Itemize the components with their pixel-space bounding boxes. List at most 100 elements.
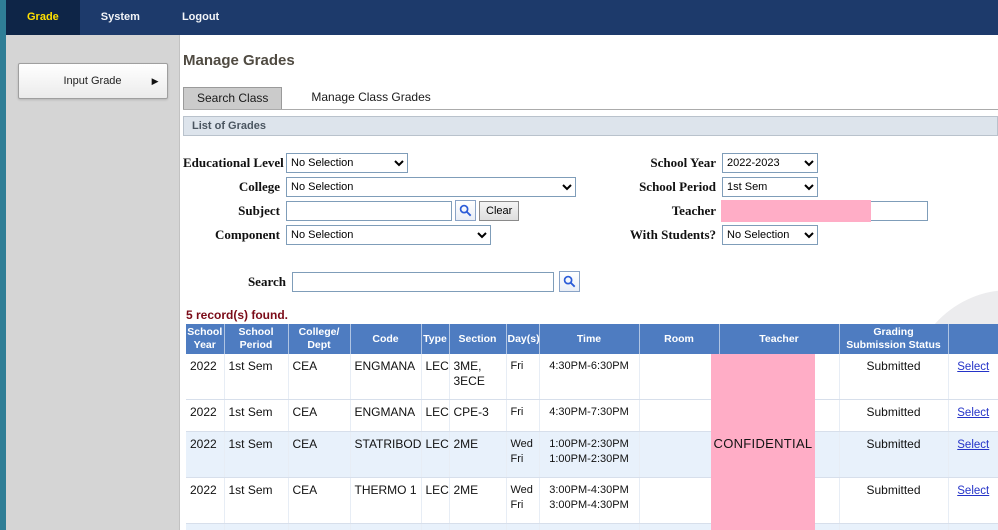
cell-code: STATRIBOD — [350, 431, 422, 478]
cell-room — [639, 523, 720, 530]
cell-room — [639, 431, 720, 478]
table-row: 2022 1st Sem CEA STATRIBOD LEC 2ME Wed Fr… — [186, 431, 998, 478]
search-row: Search — [183, 271, 998, 292]
cell-days: Wed Fri — [506, 477, 540, 524]
cell-section: 2ME — [449, 431, 507, 478]
cell-college-dept: CEA — [288, 399, 351, 432]
table-row: 2022 1st Sem CEA ENGMANA LEC 3ME, 3ECE F… — [186, 354, 998, 400]
table-row: 2022 1st Sem CEA THERMO 1 LEC 2ME Wed Fri… — [186, 477, 998, 524]
list-of-grades-label: List of Grades — [192, 120, 266, 132]
cell-select: Select — [948, 399, 998, 432]
school-year-label: School Year — [650, 154, 716, 170]
select-link[interactable]: Select — [957, 407, 989, 419]
component-select[interactable]: No Selection — [286, 224, 491, 245]
cell-status: Submitted — [839, 354, 949, 400]
list-of-grades-header: List of Grades — [183, 116, 998, 136]
cell-status: Submitted — [839, 431, 949, 478]
col-header-college-dept: College/ Dept — [287, 324, 350, 354]
cell-college-dept: CEA — [288, 354, 351, 400]
table-row: 2022 1st Sem CEA VIBENGG LEC 3ME Thu 4:3… — [186, 523, 998, 530]
table-header: School Year School Period College/ Dept … — [186, 324, 998, 354]
cell-select: Select — [948, 354, 998, 400]
cell-school-period: 1st Sem — [224, 523, 289, 530]
nav-item-grade[interactable]: Grade — [6, 0, 80, 35]
cell-section: 3ME, 3ECE — [449, 354, 507, 400]
component-label: Component — [214, 226, 280, 242]
magnifier-icon — [459, 204, 472, 217]
cell-section: CPE-3 — [449, 399, 507, 432]
clear-button[interactable]: Clear — [479, 200, 520, 221]
with-students-select[interactable]: No Selection — [722, 224, 818, 245]
search-input[interactable] — [292, 271, 554, 292]
cell-school-period: 1st Sem — [224, 399, 289, 432]
cell-college-dept: CEA — [288, 523, 351, 530]
cell-section: 2ME — [449, 477, 507, 524]
table-row: 2022 1st Sem CEA ENGMANA LEC CPE-3 Fri 4… — [186, 399, 998, 432]
cell-type: LEC — [421, 523, 450, 530]
educational-level-select[interactable]: No Selection — [286, 152, 408, 173]
subject-lookup-button[interactable] — [455, 200, 476, 221]
select-link[interactable]: Select — [957, 361, 989, 373]
cell-school-year: 2022 — [186, 431, 225, 478]
col-header-time: Time — [538, 324, 639, 354]
tab-manage-class-grades[interactable]: Manage Class Grades — [298, 87, 443, 109]
cell-school-year: 2022 — [186, 477, 225, 524]
confidential-label: CONFIDENTIAL — [713, 435, 813, 451]
input-grade-button[interactable]: Input Grade ▶ — [17, 63, 168, 99]
with-students-label: With Students? — [629, 226, 716, 242]
cell-time: 4:30PM-6:30PM — [539, 354, 640, 400]
col-header-type: Type — [420, 324, 449, 354]
nav-item-system[interactable]: System — [80, 0, 161, 35]
cell-type: LEC — [421, 431, 450, 478]
cell-select: Select — [948, 431, 998, 478]
left-edge-strip — [0, 0, 6, 530]
cell-school-period: 1st Sem — [224, 431, 289, 478]
cell-type: LEC — [421, 399, 450, 432]
top-nav: Grade System Logout — [0, 0, 998, 35]
cell-time: 4:30PM-7:30PM — [539, 399, 640, 432]
school-year-select[interactable]: 2022-2023 — [722, 152, 818, 173]
cell-days: Thu — [506, 523, 540, 530]
cell-code: ENGMANA — [350, 354, 422, 400]
cell-school-year: 2022 — [186, 399, 225, 432]
cell-school-year: 2022 — [186, 523, 225, 530]
select-link[interactable]: Select — [957, 485, 989, 497]
cell-select: Select — [948, 523, 998, 530]
input-grade-label: Input Grade — [63, 75, 122, 87]
col-header-school-period: School Period — [223, 324, 288, 354]
cell-time: 4:30PM-6:30PM — [539, 523, 640, 530]
tab-bar: Search Class Manage Class Grades — [183, 87, 998, 110]
record-count: 5 record(s) found. — [186, 308, 289, 322]
col-header-section: Section — [448, 324, 506, 354]
subject-label: Subject — [238, 202, 280, 218]
col-header-school-year: School Year — [186, 324, 224, 354]
magnifier-icon — [563, 275, 576, 288]
nav-item-logout[interactable]: Logout — [161, 0, 240, 35]
school-period-label: School Period — [639, 178, 716, 194]
cell-school-period: 1st Sem — [224, 477, 289, 524]
cell-code: THERMO 1 — [350, 477, 422, 524]
search-label: Search — [247, 273, 286, 289]
tab-search-class[interactable]: Search Class — [183, 87, 283, 109]
cell-code: ENGMANA — [350, 399, 422, 432]
select-link[interactable]: Select — [957, 439, 989, 451]
grades-table-wrap: School Year School Period College/ Dept … — [186, 324, 998, 530]
cell-days: Fri — [506, 354, 540, 400]
search-lookup-button[interactable] — [559, 271, 580, 292]
col-header-teacher: Teacher — [718, 324, 839, 354]
cell-status: Submitted — [839, 477, 949, 524]
college-select[interactable]: No Selection — [286, 176, 576, 197]
confidential-overlay: CONFIDENTIAL — [711, 354, 815, 530]
main-content: Manage Grades Search Class Manage Class … — [180, 35, 998, 530]
col-header-select — [947, 324, 998, 354]
sidebar: Input Grade ▶ — [6, 35, 180, 530]
cell-type: LEC — [421, 354, 450, 400]
subject-input[interactable] — [286, 200, 452, 221]
cell-time: 3:00PM-4:30PM 3:00PM-4:30PM — [539, 477, 640, 524]
school-period-select[interactable]: 1st Sem — [722, 176, 818, 197]
cell-status: Submitted — [839, 399, 949, 432]
col-header-room: Room — [638, 324, 719, 354]
cell-room — [639, 354, 720, 400]
col-header-code: Code — [349, 324, 421, 354]
col-header-days: Day(s) — [505, 324, 540, 354]
